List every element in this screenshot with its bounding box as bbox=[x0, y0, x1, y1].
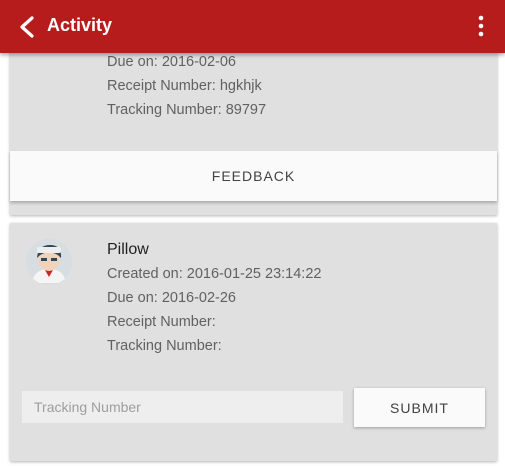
submit-button[interactable]: SUBMIT bbox=[354, 388, 485, 427]
tracking-number: Tracking Number: bbox=[107, 338, 222, 354]
receipt-number: Receipt Number: hgkhjk bbox=[107, 78, 262, 94]
tracking-number: Tracking Number: 89797 bbox=[107, 102, 267, 118]
user-avatar-icon bbox=[26, 239, 72, 285]
receipt-number: Receipt Number: bbox=[107, 314, 216, 330]
activity-list[interactable]: Due on: 2016-02-06 Receipt Number: hgkhj… bbox=[0, 53, 505, 466]
page-title: Activity bbox=[47, 15, 113, 35]
due-date: Due on: 2016-02-06 bbox=[107, 54, 236, 70]
item-name: Pillow bbox=[107, 241, 149, 258]
activity-card: Due on: 2016-02-06 Receipt Number: hgkhj… bbox=[10, 53, 497, 215]
activity-card: Pillow Created on: 2016-01-25 23:14:22 D… bbox=[10, 223, 497, 461]
created-date: Created on: 2016-01-25 23:14:22 bbox=[107, 266, 322, 282]
due-date: Due on: 2016-02-26 bbox=[107, 290, 236, 306]
app-bar: Activity bbox=[0, 0, 505, 53]
tracking-number-input[interactable] bbox=[22, 391, 343, 423]
avatar bbox=[26, 239, 72, 285]
feedback-button[interactable]: FEEDBACK bbox=[10, 151, 497, 201]
back-chevron-icon[interactable] bbox=[18, 16, 36, 38]
more-vertical-icon[interactable] bbox=[475, 14, 487, 38]
